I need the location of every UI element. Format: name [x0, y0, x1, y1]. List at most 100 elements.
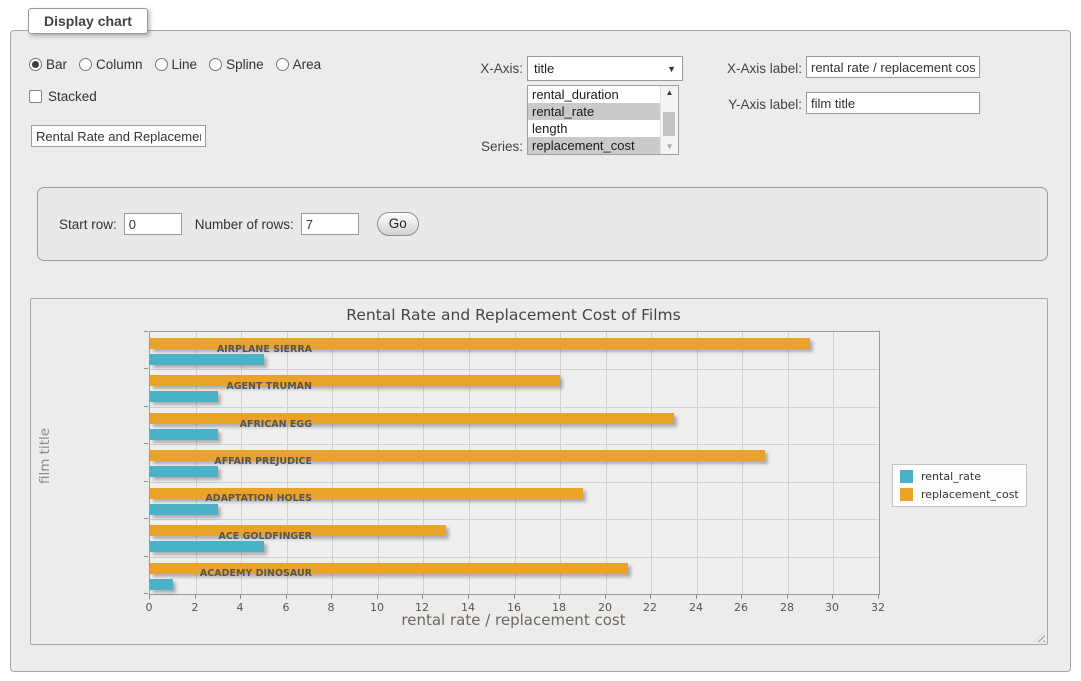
chart-type-label: Column: [96, 57, 143, 72]
listbox-scrollbar[interactable]: ▲ ▼: [660, 86, 678, 154]
chart-type-label: Line: [172, 57, 198, 72]
x-tick-mark: [331, 595, 332, 599]
bar-rental_rate: [150, 429, 218, 440]
x-tick-mark: [878, 595, 879, 599]
x-tick-label: 24: [689, 601, 703, 614]
chart-type-option-area[interactable]: Area: [276, 57, 322, 72]
x-tick-label: 28: [780, 601, 794, 614]
series-option-rental_rate[interactable]: rental_rate: [528, 103, 661, 120]
chart-type-option-spline[interactable]: Spline: [209, 57, 264, 72]
gridline-vertical: [423, 332, 424, 594]
series-option-rental_duration[interactable]: rental_duration: [528, 86, 661, 103]
gridline-vertical: [332, 332, 333, 594]
page: Display chart Bar Column Line Spline Area St…: [0, 0, 1081, 681]
chart-title-input[interactable]: [31, 125, 206, 147]
series-option-replacement_cost[interactable]: replacement_cost: [528, 137, 661, 154]
x-axis-label-input[interactable]: [806, 56, 980, 78]
series-listbox[interactable]: rental_durationrental_ratelengthreplacem…: [527, 85, 679, 155]
y-axis-label-input[interactable]: [806, 92, 980, 114]
x-tick-mark: [559, 595, 560, 599]
gridline-vertical: [515, 332, 516, 594]
gridline-vertical: [378, 332, 379, 594]
x-axis-select-label: X-Axis:: [400, 61, 523, 76]
start-row-input[interactable]: [124, 213, 182, 235]
scroll-up-icon[interactable]: ▲: [661, 86, 678, 100]
gridline-vertical: [606, 332, 607, 594]
y-tick-mark: [144, 331, 148, 332]
start-row-label: Start row:: [59, 217, 117, 232]
gridline-vertical: [833, 332, 834, 594]
y-tick-mark: [144, 518, 148, 519]
bar-rental_rate: [150, 504, 218, 515]
gridline-horizontal: [150, 557, 879, 558]
num-rows-label: Number of rows:: [195, 217, 294, 232]
row-range-panel: Start row: Number of rows: Go: [37, 187, 1048, 261]
x-tick-mark: [787, 595, 788, 599]
x-tick-mark: [422, 595, 423, 599]
resize-handle-icon[interactable]: [1034, 631, 1045, 642]
go-button[interactable]: Go: [377, 212, 419, 236]
stacked-checkbox[interactable]: [29, 90, 42, 103]
x-tick-mark: [149, 595, 150, 599]
x-tick-label: 2: [192, 601, 199, 614]
stacked-label: Stacked: [48, 89, 97, 104]
x-tick-label: 20: [598, 601, 612, 614]
gridline-vertical: [651, 332, 652, 594]
chart-type-option-column[interactable]: Column: [79, 57, 143, 72]
y-tick-mark: [144, 406, 148, 407]
chart-type-option-line[interactable]: Line: [155, 57, 198, 72]
x-tick-label: 8: [328, 601, 335, 614]
category-label: AGENT TRUMAN: [182, 381, 312, 392]
radio-icon[interactable]: [276, 58, 289, 71]
x-tick-label: 12: [415, 601, 429, 614]
gridline-horizontal: [150, 482, 879, 483]
select-dropdown-arrow-icon: ▼: [667, 64, 676, 74]
bar-rental_rate: [150, 466, 218, 477]
radio-icon[interactable]: [79, 58, 92, 71]
gridline-vertical: [742, 332, 743, 594]
series-label: Series:: [400, 139, 523, 154]
x-tick-mark: [468, 595, 469, 599]
series-options: rental_durationrental_ratelengthreplacem…: [528, 86, 661, 154]
x-tick-label: 4: [237, 601, 244, 614]
gridline-vertical: [788, 332, 789, 594]
series-option-length[interactable]: length: [528, 120, 661, 137]
scroll-down-icon[interactable]: ▼: [661, 140, 678, 154]
x-tick-label: 6: [283, 601, 290, 614]
x-tick-label: 10: [370, 601, 384, 614]
category-label: AFRICAN EGG: [182, 419, 312, 430]
scrollbar-thumb[interactable]: [663, 112, 675, 136]
y-tick-mark: [144, 481, 148, 482]
category-label: AIRPLANE SIERRA: [182, 344, 312, 355]
legend-swatch: [900, 488, 913, 501]
gridline-vertical: [697, 332, 698, 594]
x-tick-label: 32: [871, 601, 885, 614]
num-rows-input[interactable]: [301, 213, 359, 235]
chart-title: Rental Rate and Replacement Cost of Film…: [149, 306, 878, 324]
chart-y-axis-label: film title: [37, 325, 53, 587]
chart-type-label: Bar: [46, 57, 67, 72]
radio-icon[interactable]: [209, 58, 222, 71]
bar-rental_rate: [150, 579, 173, 590]
x-axis-label-field-label: X-Axis label:: [690, 61, 802, 76]
legend-label: rental_rate: [921, 470, 981, 483]
bar-rental_rate: [150, 391, 218, 402]
x-tick-label: 18: [552, 601, 566, 614]
chart-type-radio-group: Bar Column Line Spline Area: [29, 57, 327, 72]
category-label: ACE GOLDFINGER: [182, 531, 312, 542]
x-axis-selected-value: title: [534, 61, 554, 76]
y-tick-mark: [144, 556, 148, 557]
fieldset-legend: Display chart: [28, 8, 148, 34]
radio-icon[interactable]: [155, 58, 168, 71]
chart-panel: Rental Rate and Replacement Cost of Film…: [30, 298, 1048, 645]
chart-type-option-bar[interactable]: Bar: [29, 57, 67, 72]
category-label: AFFAIR PREJUDICE: [182, 456, 312, 467]
x-tick-mark: [696, 595, 697, 599]
x-tick-mark: [514, 595, 515, 599]
gridline-vertical: [560, 332, 561, 594]
radio-icon[interactable]: [29, 58, 42, 71]
gridline-horizontal: [150, 444, 879, 445]
legend-swatch: [900, 470, 913, 483]
x-axis-select[interactable]: title ▼: [527, 56, 683, 81]
legend-label: replacement_cost: [921, 488, 1019, 501]
